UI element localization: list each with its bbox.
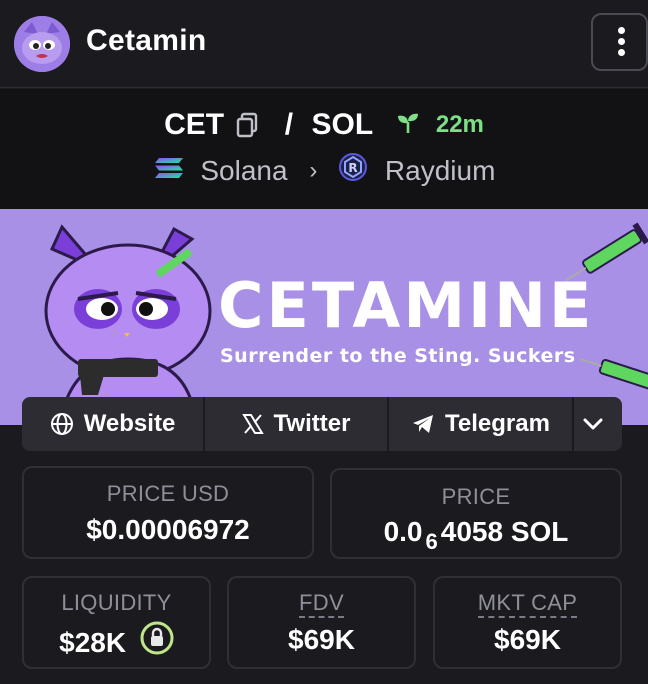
twitter-button[interactable]: Twitter — [205, 397, 389, 451]
base-token-symbol: CET — [164, 108, 225, 142]
price-suffix: 4058 SOL — [440, 516, 569, 547]
website-label: Website — [83, 410, 176, 437]
copy-icon[interactable] — [236, 112, 258, 138]
liquidity-value-row: $28K — [24, 621, 209, 665]
price-usd-value: $0.00006972 — [86, 514, 250, 545]
fdv-value: $69K — [288, 624, 355, 655]
token-name: Cetamin — [86, 24, 207, 57]
social-links-bar: Website Twitter Telegram — [22, 397, 622, 451]
liquidity-value: $28K — [59, 626, 127, 658]
chain-name[interactable]: Solana — [200, 155, 287, 187]
menu-dot — [618, 49, 625, 56]
dex-name[interactable]: Raydium — [385, 155, 495, 187]
telegram-icon — [413, 415, 434, 433]
market-cap-label-wrap: MKT CAP — [435, 590, 620, 618]
price-native-label: PRICE — [441, 484, 511, 509]
token-banner: CETAMINE Surrender to the Sting. Suckers — [0, 209, 648, 425]
website-button[interactable]: Website — [22, 397, 205, 451]
fdv-card: FDV $69K — [227, 576, 416, 669]
token-avatar — [14, 16, 70, 72]
more-links-button[interactable] — [574, 397, 622, 451]
liquidity-label: LIQUIDITY — [61, 590, 172, 615]
market-cap-label[interactable]: MKT CAP — [477, 590, 578, 618]
market-cap-value: $69K — [494, 624, 561, 655]
lock-icon[interactable] — [140, 621, 174, 662]
svg-text:R: R — [349, 161, 358, 175]
more-menu-button[interactable] — [591, 13, 648, 71]
pair-age: 22m — [435, 111, 484, 139]
x-logo-icon — [241, 414, 264, 434]
chevron-down-icon — [583, 418, 603, 430]
price-native-card: PRICE 0.0 6 4058 SOL — [330, 468, 622, 559]
pair-line: CET / SOL 22m — [0, 107, 648, 142]
globe-icon — [50, 413, 73, 435]
solana-icon[interactable] — [153, 155, 185, 187]
sprout-icon — [396, 108, 420, 142]
twitter-label: Twitter — [273, 410, 351, 437]
quote-token-symbol: SOL — [311, 108, 374, 142]
pair-separator: / — [284, 108, 294, 142]
liquidity-card: LIQUIDITY $28K — [22, 576, 211, 669]
pair-header: CET / SOL 22m Solana › R Raydium — [0, 89, 648, 209]
price-native-value: 0.0 6 4058 SOL — [332, 516, 620, 554]
price-zero-count: 6 — [425, 529, 438, 554]
menu-dot — [618, 38, 625, 45]
chain-breadcrumb: Solana › R Raydium — [0, 153, 648, 188]
telegram-button[interactable]: Telegram — [389, 397, 574, 451]
price-usd-card: PRICE USD $0.00006972 — [22, 466, 314, 559]
fdv-label-wrap: FDV — [229, 590, 414, 618]
telegram-label: Telegram — [445, 410, 550, 437]
top-bar: Cetamin — [0, 0, 648, 88]
vertical-dots-icon — [618, 27, 625, 34]
market-cap-card: MKT CAP $69K — [433, 576, 622, 669]
fdv-label[interactable]: FDV — [299, 590, 344, 618]
cat-face-avatar-icon — [14, 16, 70, 72]
price-prefix: 0.0 — [383, 516, 423, 547]
raydium-icon[interactable]: R — [339, 153, 368, 188]
banner-subtitle: Surrender to the Sting. Suckers — [220, 345, 576, 367]
price-usd-label: PRICE USD — [106, 481, 230, 506]
chevron-right-icon: › — [309, 156, 318, 184]
banner-title: CETAMINE — [218, 269, 595, 342]
